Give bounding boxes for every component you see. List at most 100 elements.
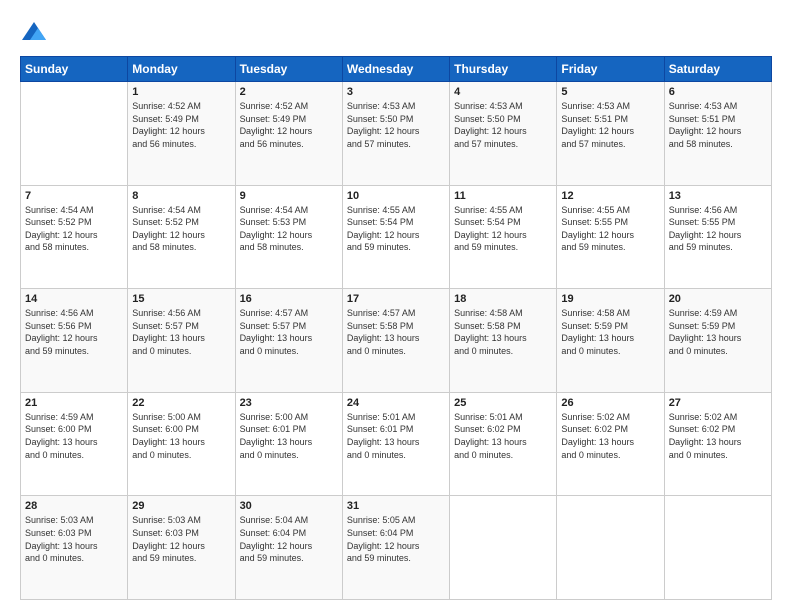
day-number: 31 xyxy=(347,500,445,512)
day-number: 19 xyxy=(561,293,659,305)
calendar-cell: 9 Sunrise: 4:54 AM Sunset: 5:53 PM Daylig… xyxy=(235,185,342,289)
calendar-cell: 30 Sunrise: 5:04 AM Sunset: 6:04 PM Dayli… xyxy=(235,496,342,600)
weekday-header-sunday: Sunday xyxy=(21,57,128,82)
day-number: 27 xyxy=(669,397,767,409)
day-number: 14 xyxy=(25,293,123,305)
day-number: 15 xyxy=(132,293,230,305)
calendar-cell: 10Sunrise: 4:55 AM Sunset: 5:54 PM Dayli… xyxy=(342,185,449,289)
day-number: 17 xyxy=(347,293,445,305)
calendar-week-3: 14 Sunrise: 4:56 AM Sunset: 5:56 PM Dayli… xyxy=(21,289,772,393)
day-number: 3 xyxy=(347,86,445,98)
weekday-header-row: SundayMondayTuesdayWednesdayThursdayFrid… xyxy=(21,57,772,82)
day-info: Sunrise: 4:57 AM Sunset: 5:58 PM Dayligh… xyxy=(347,307,445,357)
calendar-body: 1 Sunrise: 4:52 AM Sunset: 5:49 PM Daylig… xyxy=(21,82,772,600)
calendar-cell xyxy=(557,496,664,600)
day-info: Sunrise: 4:59 AM Sunset: 5:59 PM Dayligh… xyxy=(669,307,767,357)
calendar-cell: 24Sunrise: 5:01 AM Sunset: 6:01 PM Dayli… xyxy=(342,392,449,496)
calendar-week-1: 1 Sunrise: 4:52 AM Sunset: 5:49 PM Daylig… xyxy=(21,82,772,186)
day-info: Sunrise: 4:57 AM Sunset: 5:57 PM Dayligh… xyxy=(240,307,338,357)
logo-icon xyxy=(20,18,48,46)
day-info: Sunrise: 5:02 AM Sunset: 6:02 PM Dayligh… xyxy=(561,411,659,461)
day-info: Sunrise: 5:03 AM Sunset: 6:03 PM Dayligh… xyxy=(132,514,230,564)
calendar-week-4: 21 Sunrise: 4:59 AM Sunset: 6:00 PM Dayli… xyxy=(21,392,772,496)
weekday-header-tuesday: Tuesday xyxy=(235,57,342,82)
day-number: 13 xyxy=(669,190,767,202)
day-info: Sunrise: 4:56 AM Sunset: 5:56 PM Dayligh… xyxy=(25,307,123,357)
day-info: Sunrise: 4:53 AM Sunset: 5:50 PM Dayligh… xyxy=(347,100,445,150)
weekday-header-monday: Monday xyxy=(128,57,235,82)
calendar-cell: 13 Sunrise: 4:56 AM Sunset: 5:55 PM Dayli… xyxy=(664,185,771,289)
day-number: 4 xyxy=(454,86,552,98)
calendar-week-2: 7 Sunrise: 4:54 AM Sunset: 5:52 PM Daylig… xyxy=(21,185,772,289)
day-info: Sunrise: 5:01 AM Sunset: 6:02 PM Dayligh… xyxy=(454,411,552,461)
weekday-header-saturday: Saturday xyxy=(664,57,771,82)
calendar-cell xyxy=(664,496,771,600)
day-info: Sunrise: 5:04 AM Sunset: 6:04 PM Dayligh… xyxy=(240,514,338,564)
calendar-cell: 12 Sunrise: 4:55 AM Sunset: 5:55 PM Dayli… xyxy=(557,185,664,289)
calendar-cell: 28 Sunrise: 5:03 AM Sunset: 6:03 PM Dayli… xyxy=(21,496,128,600)
calendar-cell: 23 Sunrise: 5:00 AM Sunset: 6:01 PM Dayli… xyxy=(235,392,342,496)
calendar-cell: 20 Sunrise: 4:59 AM Sunset: 5:59 PM Dayli… xyxy=(664,289,771,393)
header xyxy=(20,18,772,46)
day-info: Sunrise: 4:52 AM Sunset: 5:49 PM Dayligh… xyxy=(240,100,338,150)
day-number: 7 xyxy=(25,190,123,202)
calendar-cell: 11Sunrise: 4:55 AM Sunset: 5:54 PM Dayli… xyxy=(450,185,557,289)
day-number: 26 xyxy=(561,397,659,409)
day-number: 18 xyxy=(454,293,552,305)
day-info: Sunrise: 4:56 AM Sunset: 5:55 PM Dayligh… xyxy=(669,204,767,254)
page: SundayMondayTuesdayWednesdayThursdayFrid… xyxy=(0,0,792,612)
day-number: 24 xyxy=(347,397,445,409)
day-info: Sunrise: 4:59 AM Sunset: 6:00 PM Dayligh… xyxy=(25,411,123,461)
day-number: 2 xyxy=(240,86,338,98)
calendar-table: SundayMondayTuesdayWednesdayThursdayFrid… xyxy=(20,56,772,600)
day-number: 9 xyxy=(240,190,338,202)
calendar-cell: 31Sunrise: 5:05 AM Sunset: 6:04 PM Dayli… xyxy=(342,496,449,600)
calendar-cell: 26 Sunrise: 5:02 AM Sunset: 6:02 PM Dayli… xyxy=(557,392,664,496)
calendar-cell: 17 Sunrise: 4:57 AM Sunset: 5:58 PM Dayli… xyxy=(342,289,449,393)
day-number: 11 xyxy=(454,190,552,202)
day-number: 20 xyxy=(669,293,767,305)
calendar-cell xyxy=(450,496,557,600)
calendar-cell: 6 Sunrise: 4:53 AM Sunset: 5:51 PM Daylig… xyxy=(664,82,771,186)
day-number: 23 xyxy=(240,397,338,409)
day-info: Sunrise: 5:00 AM Sunset: 6:00 PM Dayligh… xyxy=(132,411,230,461)
calendar-cell: 19Sunrise: 4:58 AM Sunset: 5:59 PM Dayli… xyxy=(557,289,664,393)
day-number: 30 xyxy=(240,500,338,512)
calendar-cell: 2 Sunrise: 4:52 AM Sunset: 5:49 PM Daylig… xyxy=(235,82,342,186)
day-info: Sunrise: 4:53 AM Sunset: 5:51 PM Dayligh… xyxy=(669,100,767,150)
weekday-header-friday: Friday xyxy=(557,57,664,82)
calendar-cell: 8 Sunrise: 4:54 AM Sunset: 5:52 PM Daylig… xyxy=(128,185,235,289)
calendar-week-5: 28 Sunrise: 5:03 AM Sunset: 6:03 PM Dayli… xyxy=(21,496,772,600)
calendar-cell: 27 Sunrise: 5:02 AM Sunset: 6:02 PM Dayli… xyxy=(664,392,771,496)
day-info: Sunrise: 4:54 AM Sunset: 5:53 PM Dayligh… xyxy=(240,204,338,254)
day-info: Sunrise: 4:54 AM Sunset: 5:52 PM Dayligh… xyxy=(25,204,123,254)
day-info: Sunrise: 5:03 AM Sunset: 6:03 PM Dayligh… xyxy=(25,514,123,564)
calendar-cell: 3 Sunrise: 4:53 AM Sunset: 5:50 PM Daylig… xyxy=(342,82,449,186)
calendar-cell: 5Sunrise: 4:53 AM Sunset: 5:51 PM Daylig… xyxy=(557,82,664,186)
day-info: Sunrise: 4:58 AM Sunset: 5:58 PM Dayligh… xyxy=(454,307,552,357)
day-info: Sunrise: 5:02 AM Sunset: 6:02 PM Dayligh… xyxy=(669,411,767,461)
day-number: 8 xyxy=(132,190,230,202)
day-number: 22 xyxy=(132,397,230,409)
day-info: Sunrise: 4:53 AM Sunset: 5:50 PM Dayligh… xyxy=(454,100,552,150)
calendar-cell: 1 Sunrise: 4:52 AM Sunset: 5:49 PM Daylig… xyxy=(128,82,235,186)
calendar-cell: 25Sunrise: 5:01 AM Sunset: 6:02 PM Dayli… xyxy=(450,392,557,496)
day-number: 6 xyxy=(669,86,767,98)
day-number: 21 xyxy=(25,397,123,409)
calendar-cell: 4 Sunrise: 4:53 AM Sunset: 5:50 PM Daylig… xyxy=(450,82,557,186)
calendar-cell: 15 Sunrise: 4:56 AM Sunset: 5:57 PM Dayli… xyxy=(128,289,235,393)
calendar-cell: 7 Sunrise: 4:54 AM Sunset: 5:52 PM Daylig… xyxy=(21,185,128,289)
day-info: Sunrise: 4:52 AM Sunset: 5:49 PM Dayligh… xyxy=(132,100,230,150)
day-number: 1 xyxy=(132,86,230,98)
day-info: Sunrise: 4:56 AM Sunset: 5:57 PM Dayligh… xyxy=(132,307,230,357)
day-info: Sunrise: 4:55 AM Sunset: 5:55 PM Dayligh… xyxy=(561,204,659,254)
calendar-cell: 14 Sunrise: 4:56 AM Sunset: 5:56 PM Dayli… xyxy=(21,289,128,393)
day-number: 16 xyxy=(240,293,338,305)
day-number: 28 xyxy=(25,500,123,512)
day-info: Sunrise: 5:00 AM Sunset: 6:01 PM Dayligh… xyxy=(240,411,338,461)
day-number: 12 xyxy=(561,190,659,202)
day-info: Sunrise: 4:54 AM Sunset: 5:52 PM Dayligh… xyxy=(132,204,230,254)
weekday-header-thursday: Thursday xyxy=(450,57,557,82)
calendar-header: SundayMondayTuesdayWednesdayThursdayFrid… xyxy=(21,57,772,82)
day-number: 10 xyxy=(347,190,445,202)
